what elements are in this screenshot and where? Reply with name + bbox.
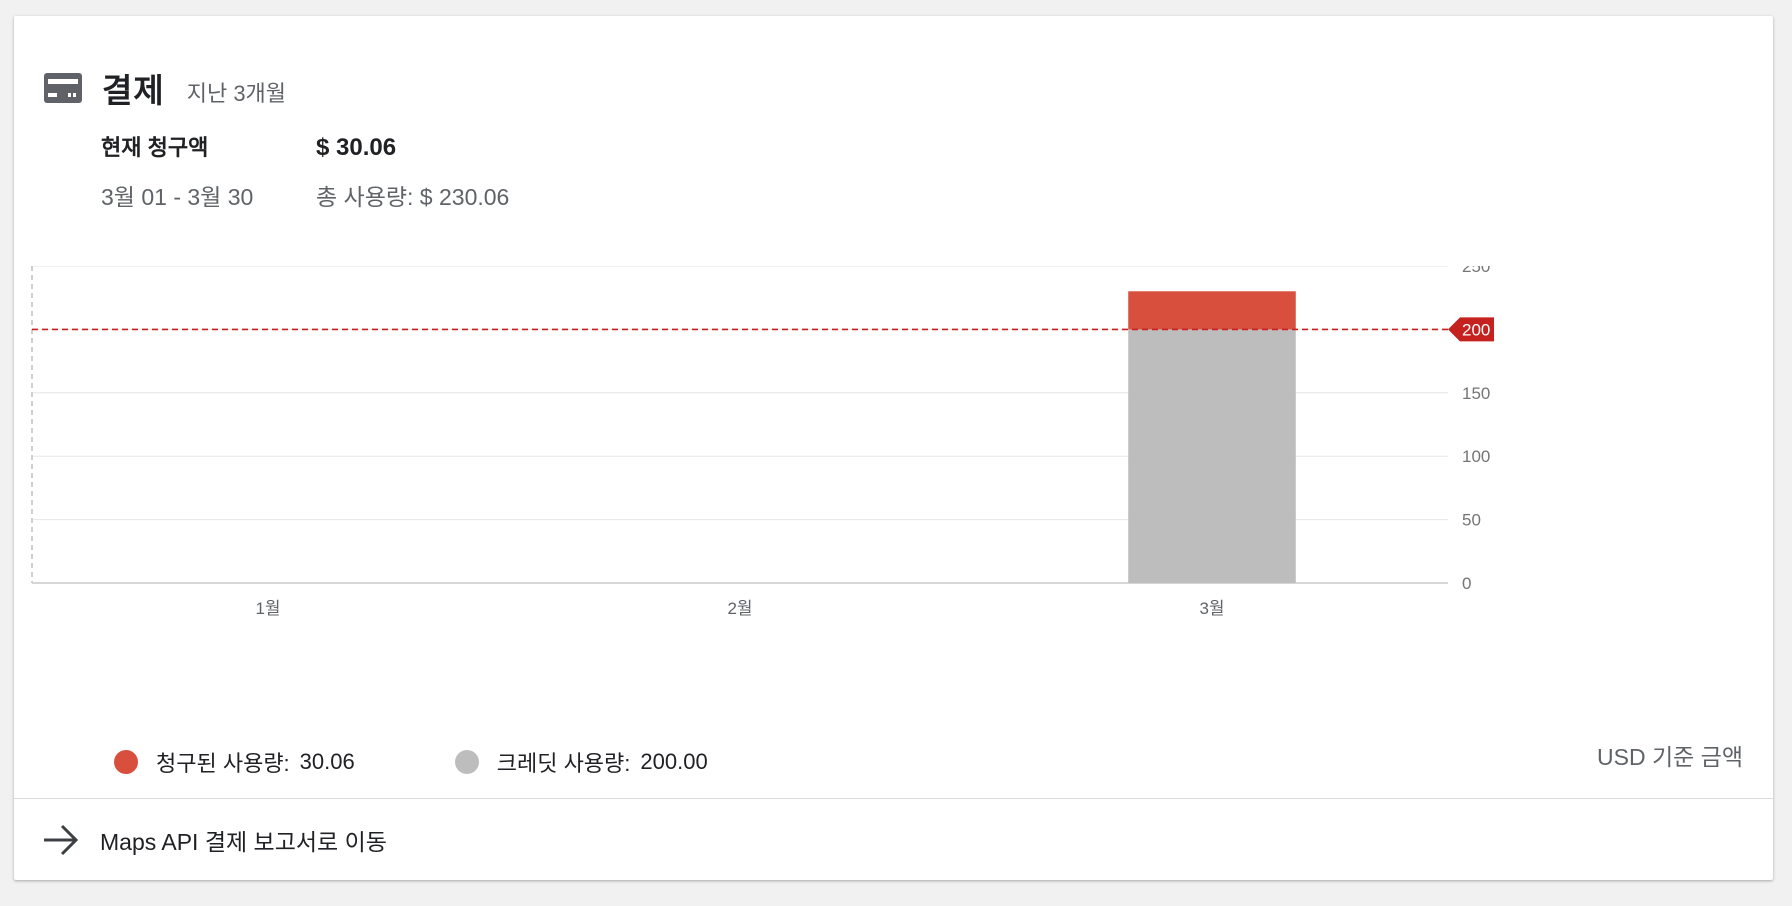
period-subtitle: 지난 3개월 bbox=[186, 81, 287, 106]
currency-note: USD 기준 금액 bbox=[1597, 744, 1743, 770]
x-tick-label: 3월 bbox=[1199, 599, 1224, 618]
billed-dot-icon bbox=[114, 750, 138, 774]
legend-credit-label: 크레딧 사용량: bbox=[496, 751, 631, 776]
usage-chart: 0 50 100 150 250 1월 2월 3월 200 bbox=[14, 257, 1773, 716]
card-header: 결제 지난 3개월 bbox=[44, 60, 286, 116]
y-tick-label: 100 bbox=[1462, 447, 1490, 466]
x-tick-label: 2월 bbox=[727, 599, 752, 618]
billing-summary: 현재 청구액 $ 30.06 3월 01 - 3월 30 총 사용량: $ 23… bbox=[101, 130, 509, 226]
total-usage: 총 사용량: $ 230.06 bbox=[316, 184, 510, 210]
billing-report-link-text: Maps API 결제 보고서로 이동 bbox=[100, 828, 387, 855]
credit-dot-icon bbox=[454, 750, 479, 774]
chart-legend: 청구된 사용량: 30.06 크레딧 사용량: 200.00 bbox=[114, 746, 808, 778]
legend-credit-value: 200.00 bbox=[640, 749, 708, 774]
arrow-right-icon bbox=[42, 823, 80, 857]
credit-card-icon bbox=[44, 73, 82, 103]
y-tick-label: 250 bbox=[1462, 266, 1490, 276]
legend-billed-label: 청구된 사용량: bbox=[156, 751, 290, 776]
legend-item-credit: 크레딧 사용량: 200.00 bbox=[454, 746, 708, 778]
billing-report-link[interactable]: Maps API 결제 보고서로 이동 bbox=[14, 799, 1773, 880]
bar-credit bbox=[1128, 329, 1296, 583]
current-charge-label: 현재 청구액 bbox=[101, 135, 209, 160]
legend-item-billed: 청구된 사용량: 30.06 bbox=[114, 746, 355, 778]
y-tick-label: 150 bbox=[1462, 384, 1490, 403]
y-tick-label: 50 bbox=[1462, 511, 1481, 530]
bar-billed bbox=[1128, 291, 1296, 330]
y-tick-label: 0 bbox=[1462, 574, 1471, 593]
threshold-label: 200 bbox=[1462, 320, 1490, 339]
legend-billed-value: 30.06 bbox=[299, 749, 355, 774]
billing-date-range: 3월 01 - 3월 30 bbox=[101, 184, 254, 210]
page-title: 결제 bbox=[102, 72, 165, 109]
x-tick-label: 1월 bbox=[255, 599, 280, 618]
billing-card: 결제 지난 3개월 현재 청구액 $ 30.06 3월 01 - 3월 30 총… bbox=[14, 16, 1773, 880]
current-charge-amount: $ 30.06 bbox=[316, 134, 397, 161]
